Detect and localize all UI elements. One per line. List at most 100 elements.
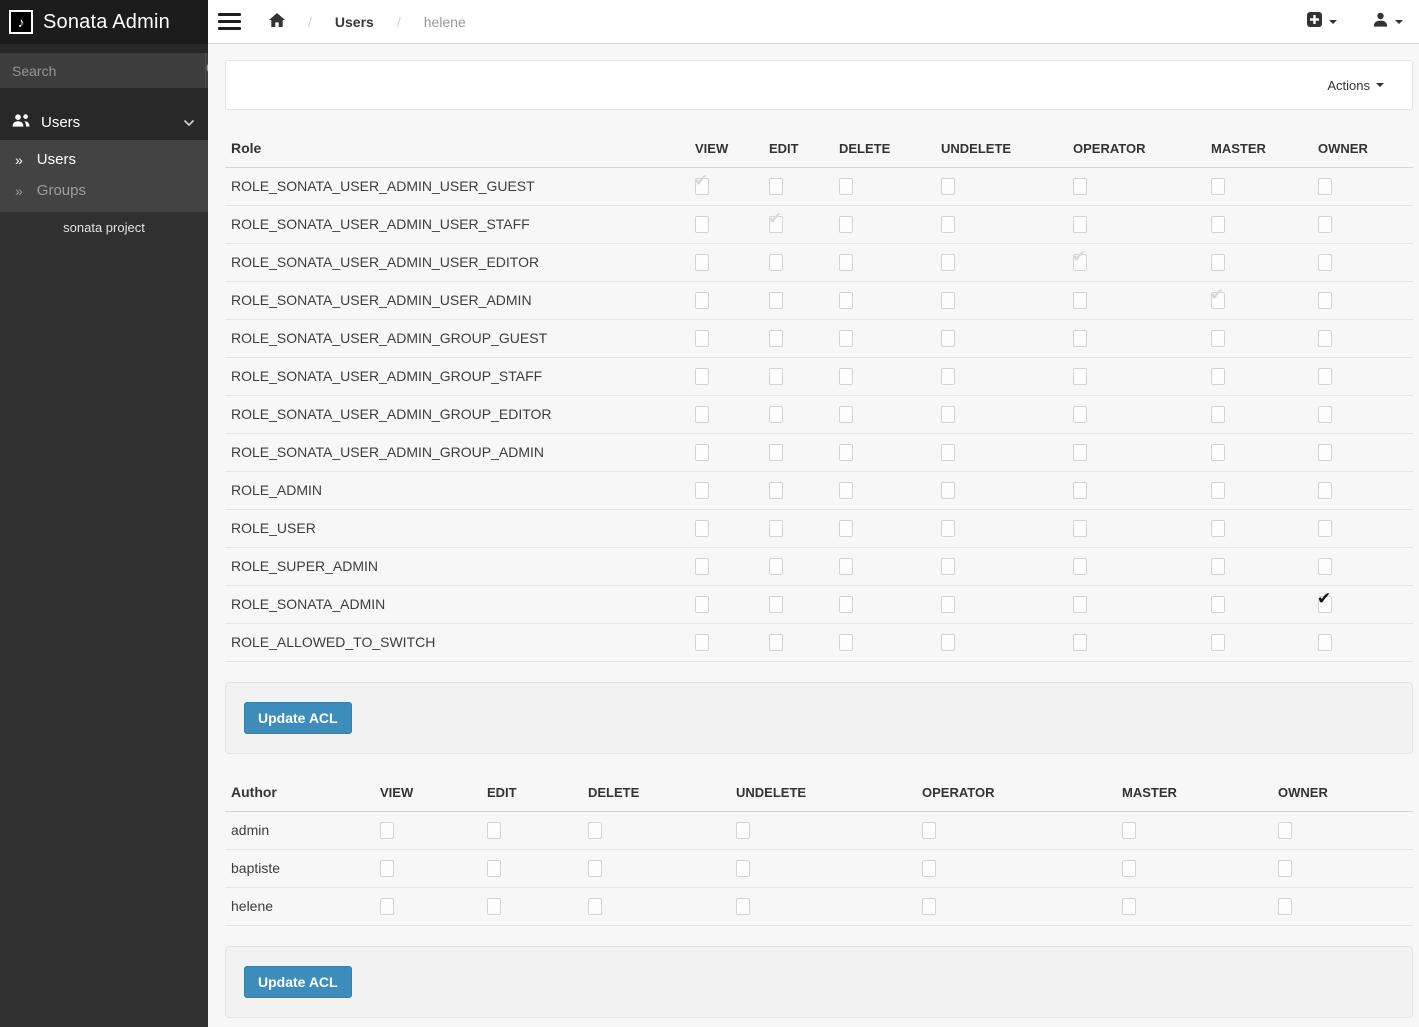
acl-checkbox-view[interactable] — [695, 292, 709, 309]
acl-checkbox-master[interactable] — [1211, 520, 1225, 537]
acl-checkbox-operator[interactable] — [1073, 558, 1087, 575]
sidebar-item-groups[interactable]: » Groups — [0, 175, 208, 206]
update-acl-button[interactable]: Update ACL — [244, 702, 352, 734]
acl-checkbox-master[interactable] — [1211, 330, 1225, 347]
acl-checkbox-undelete[interactable] — [941, 596, 955, 613]
acl-checkbox-edit[interactable] — [769, 330, 783, 347]
acl-checkbox-master[interactable] — [1211, 558, 1225, 575]
acl-checkbox-undelete[interactable] — [941, 482, 955, 499]
breadcrumb-link-users[interactable]: Users — [335, 14, 374, 30]
acl-checkbox-owner[interactable] — [1278, 822, 1292, 839]
acl-checkbox-undelete[interactable] — [736, 822, 750, 839]
acl-checkbox-edit[interactable] — [487, 898, 501, 915]
acl-checkbox-view[interactable] — [695, 634, 709, 651]
acl-checkbox-operator[interactable] — [922, 898, 936, 915]
acl-checkbox-operator[interactable] — [1073, 596, 1087, 613]
sidebar-item-users[interactable]: » Users — [0, 144, 208, 175]
acl-checkbox-master[interactable] — [1211, 634, 1225, 651]
acl-checkbox-edit[interactable] — [769, 444, 783, 461]
acl-checkbox-owner[interactable] — [1318, 178, 1332, 195]
acl-checkbox-view[interactable] — [695, 368, 709, 385]
acl-checkbox-delete[interactable] — [839, 292, 853, 309]
acl-checkbox-owner[interactable] — [1318, 368, 1332, 385]
acl-checkbox-operator[interactable] — [1073, 178, 1087, 195]
acl-checkbox-master[interactable] — [1122, 898, 1136, 915]
acl-checkbox-delete[interactable] — [839, 368, 853, 385]
acl-checkbox-operator[interactable] — [1073, 368, 1087, 385]
search-input[interactable] — [0, 53, 205, 88]
acl-checkbox-edit[interactable] — [769, 520, 783, 537]
acl-checkbox-delete[interactable] — [588, 898, 602, 915]
acl-checkbox-edit[interactable] — [769, 292, 783, 309]
acl-checkbox-operator[interactable] — [1073, 482, 1087, 499]
acl-checkbox-edit[interactable] — [487, 822, 501, 839]
acl-checkbox-delete[interactable] — [588, 822, 602, 839]
acl-checkbox-delete[interactable] — [839, 444, 853, 461]
user-dropdown[interactable] — [1373, 12, 1403, 32]
acl-checkbox-owner[interactable] — [1278, 860, 1292, 877]
acl-checkbox-owner[interactable] — [1318, 254, 1332, 271]
acl-checkbox-owner[interactable] — [1318, 330, 1332, 347]
acl-checkbox-undelete[interactable] — [941, 634, 955, 651]
acl-checkbox-edit[interactable] — [487, 860, 501, 877]
acl-checkbox-master[interactable] — [1122, 822, 1136, 839]
acl-checkbox-undelete[interactable] — [941, 406, 955, 423]
acl-checkbox-view[interactable] — [695, 330, 709, 347]
acl-checkbox-delete[interactable] — [839, 558, 853, 575]
acl-checkbox-master[interactable] — [1211, 254, 1225, 271]
acl-checkbox-delete[interactable] — [839, 520, 853, 537]
acl-checkbox-delete[interactable] — [839, 406, 853, 423]
acl-checkbox-view[interactable] — [695, 596, 709, 613]
add-dropdown[interactable] — [1307, 12, 1337, 32]
acl-checkbox-master[interactable] — [1211, 368, 1225, 385]
acl-checkbox-undelete[interactable] — [941, 330, 955, 347]
actions-dropdown[interactable]: Actions — [1327, 78, 1384, 93]
hamburger-menu-icon[interactable] — [218, 13, 241, 30]
acl-checkbox-owner[interactable] — [1318, 558, 1332, 575]
acl-checkbox-master[interactable] — [1211, 444, 1225, 461]
acl-checkbox-undelete[interactable] — [941, 254, 955, 271]
acl-checkbox-view[interactable] — [380, 860, 394, 877]
acl-checkbox-view[interactable] — [695, 444, 709, 461]
acl-checkbox-owner[interactable] — [1318, 444, 1332, 461]
acl-checkbox-edit[interactable] — [769, 368, 783, 385]
acl-checkbox-edit[interactable] — [769, 482, 783, 499]
acl-checkbox-undelete[interactable] — [941, 558, 955, 575]
acl-checkbox-operator[interactable] — [1073, 216, 1087, 233]
acl-checkbox-view[interactable] — [695, 254, 709, 271]
acl-checkbox-operator[interactable] — [1073, 330, 1087, 347]
acl-checkbox-delete[interactable] — [588, 860, 602, 877]
acl-checkbox-undelete[interactable] — [941, 444, 955, 461]
acl-checkbox-delete[interactable] — [839, 216, 853, 233]
acl-checkbox-view[interactable] — [695, 216, 709, 233]
acl-checkbox-master[interactable] — [1211, 406, 1225, 423]
acl-checkbox-undelete[interactable] — [941, 368, 955, 385]
acl-checkbox-view[interactable] — [695, 406, 709, 423]
acl-checkbox-delete[interactable] — [839, 482, 853, 499]
acl-checkbox-delete[interactable] — [839, 330, 853, 347]
acl-checkbox-view[interactable] — [695, 558, 709, 575]
acl-checkbox-delete[interactable] — [839, 254, 853, 271]
acl-checkbox-undelete[interactable] — [736, 860, 750, 877]
acl-checkbox-undelete[interactable] — [941, 520, 955, 537]
acl-checkbox-owner[interactable] — [1318, 634, 1332, 651]
acl-checkbox-owner[interactable] — [1318, 216, 1332, 233]
acl-checkbox-operator[interactable] — [1073, 406, 1087, 423]
acl-checkbox-owner[interactable] — [1318, 520, 1332, 537]
acl-checkbox-delete[interactable] — [839, 634, 853, 651]
acl-checkbox-owner[interactable] — [1278, 898, 1292, 915]
acl-checkbox-master[interactable] — [1211, 216, 1225, 233]
acl-checkbox-delete[interactable] — [839, 178, 853, 195]
acl-checkbox-operator[interactable] — [1073, 634, 1087, 651]
acl-checkbox-undelete[interactable] — [941, 178, 955, 195]
acl-checkbox-view[interactable] — [380, 898, 394, 915]
acl-checkbox-master[interactable] — [1211, 482, 1225, 499]
acl-checkbox-edit[interactable] — [769, 254, 783, 271]
acl-checkbox-operator[interactable] — [1073, 444, 1087, 461]
acl-checkbox-master[interactable] — [1211, 596, 1225, 613]
acl-checkbox-operator[interactable] — [922, 822, 936, 839]
acl-checkbox-operator[interactable] — [922, 860, 936, 877]
acl-checkbox-owner[interactable] — [1318, 406, 1332, 423]
acl-checkbox-owner[interactable] — [1318, 292, 1332, 309]
acl-checkbox-master[interactable] — [1122, 860, 1136, 877]
